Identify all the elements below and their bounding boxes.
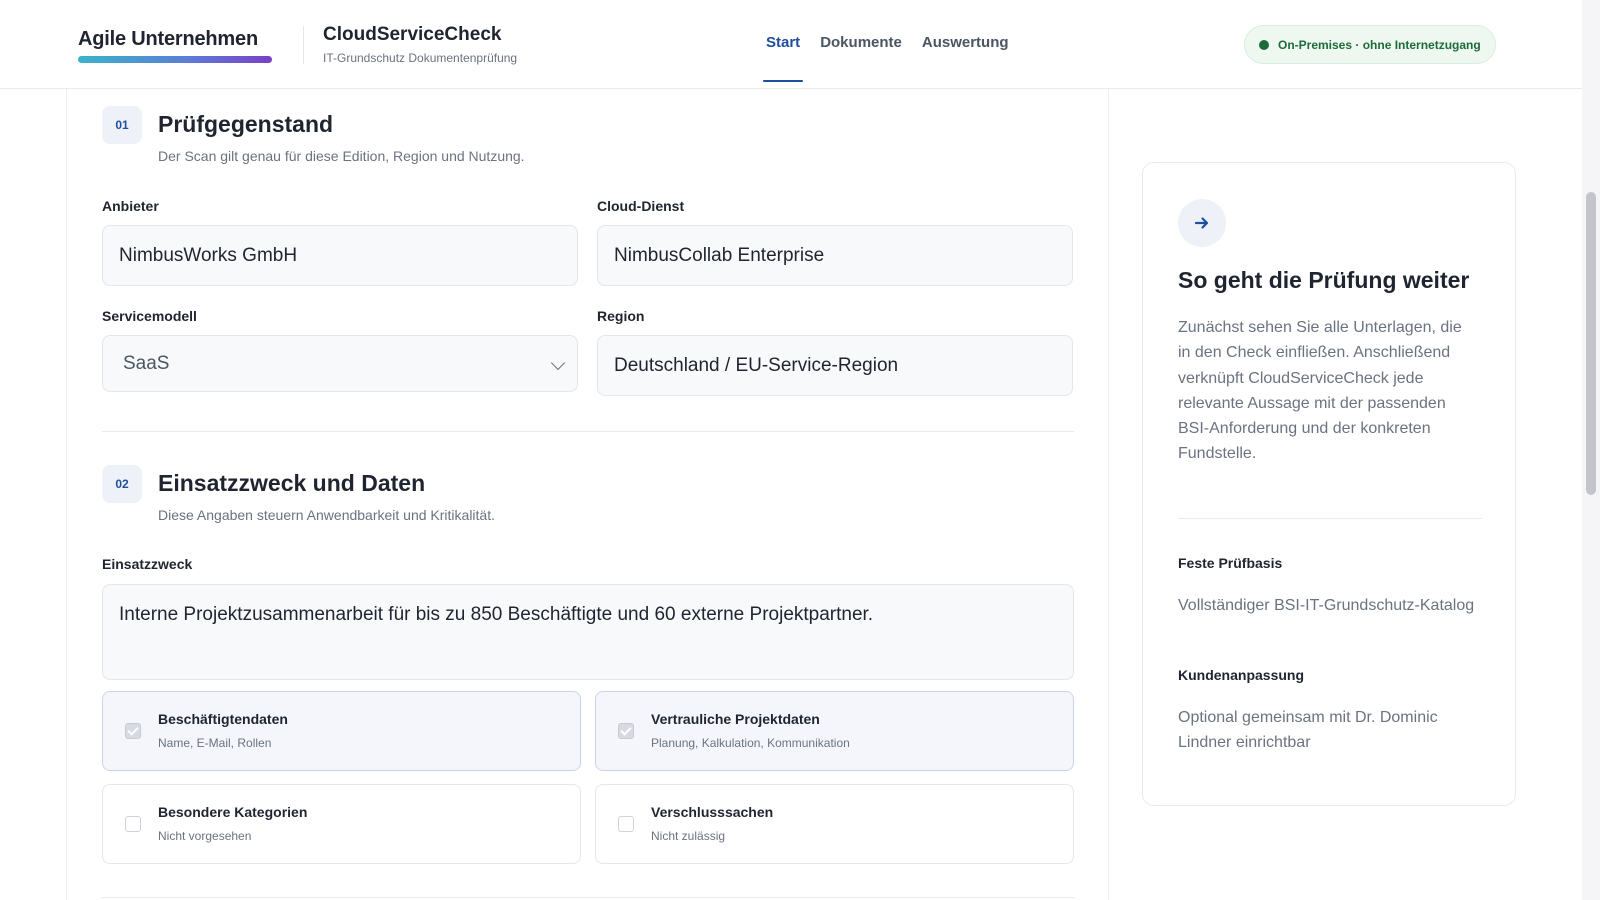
checkbox-subtitle: Name, E-Mail, Rollen (158, 736, 272, 750)
section-divider (102, 897, 1074, 898)
main-nav: Start Dokumente Auswertung (762, 34, 1009, 82)
checkbox[interactable] (618, 723, 634, 739)
logo-text: Agile Unternehmen (78, 28, 258, 50)
anbieter-input[interactable]: NimbusWorks GmbH (102, 225, 578, 286)
checkbox-title: Verschlusssachen (651, 804, 774, 820)
cloud-dienst-label: Cloud-Dienst (597, 198, 685, 214)
chevron-down-icon (550, 355, 566, 371)
servicemodell-label: Servicemodell (102, 308, 197, 324)
checkbox-title: Vertrauliche Projektdaten (651, 711, 820, 727)
content-left-border (66, 89, 67, 900)
servicemodell-value: SaaS (123, 352, 170, 374)
status-dot-icon (1259, 39, 1269, 50)
nav-auswertung[interactable]: Auswertung (922, 34, 1009, 51)
section-title: Prüfgegenstand (158, 111, 334, 137)
cloud-dienst-input[interactable]: NimbusCollab Enterprise (597, 225, 1073, 286)
status-text: On-Premises · ohne Internetzugang (1278, 37, 1481, 52)
brand-logo[interactable]: Agile Unternehmen (78, 28, 272, 63)
checkbox[interactable] (618, 816, 634, 832)
region-input[interactable]: Deutschland / EU-Service-Region (597, 335, 1073, 396)
region-label: Region (597, 308, 645, 324)
anbieter-label: Anbieter (102, 198, 159, 214)
section-divider (102, 431, 1074, 432)
checkbox-title: Beschäftigtendaten (158, 711, 288, 727)
einsatzzweck-label: Einsatzzweck (102, 556, 193, 572)
checkbox-title: Besondere Kategorien (158, 804, 308, 820)
kundenanpassung-label: Kundenanpassung (1178, 667, 1305, 683)
panel-divider (1178, 518, 1482, 519)
app-header: Agile Unternehmen CloudServiceCheck IT-G… (0, 0, 1582, 89)
next-steps-panel: So geht die Prüfung weiter Zunächst sehe… (1142, 162, 1516, 806)
kundenanpassung-value: Optional gemeinsam mit Dr. Dominic Lindn… (1178, 709, 1438, 752)
servicemodell-select[interactable]: SaaS (102, 335, 578, 392)
section-number-badge: 01 (102, 106, 142, 144)
product-subtitle: IT-Grundschutz Dokumentenprüfung (323, 51, 518, 65)
section-subtitle: Diese Angaben steuern Anwendbarkeit und … (158, 507, 495, 523)
product-block: CloudServiceCheck IT-Grundschutz Dokumen… (323, 24, 517, 65)
section-title: Einsatzzweck und Daten (158, 470, 426, 496)
checkbox[interactable] (125, 816, 141, 832)
scrollbar-thumb[interactable] (1586, 192, 1596, 495)
page-scrollbar[interactable] (1582, 0, 1600, 900)
logo-tagline-bar (78, 56, 272, 63)
checkbox-card-verschlusssachen[interactable]: Verschlusssachen Nicht zulässig (595, 784, 1074, 864)
checkbox-card-beschaeftigtendaten[interactable]: Beschäftigtendaten Name, E-Mail, Rollen (102, 691, 581, 771)
section-einsatzzweck-header: 02 Einsatzzweck und Daten Diese Angaben … (102, 465, 495, 523)
panel-description: Zunächst sehen Sie alle Unterlagen, die … (1178, 319, 1462, 463)
arrow-right-icon (1178, 199, 1226, 247)
checkbox-subtitle: Nicht vorgesehen (158, 829, 252, 843)
checkbox-subtitle: Planung, Kalkulation, Kommunikation (651, 736, 850, 750)
section-pruefgegenstand-header: 01 Prüfgegenstand Der Scan gilt genau fü… (102, 106, 525, 164)
pruefbasis-label: Feste Prüfbasis (1178, 555, 1283, 571)
checkbox-card-vertrauliche-projektdaten[interactable]: Vertrauliche Projektdaten Planung, Kalku… (595, 691, 1074, 771)
product-name: CloudServiceCheck (323, 24, 502, 45)
checkbox-subtitle: Nicht zulässig (651, 829, 726, 843)
content-right-border (1108, 89, 1109, 900)
einsatzzweck-textarea[interactable]: Interne Projektzusammenarbeit für bis zu… (102, 584, 1074, 680)
status-badge: On-Premises · ohne Internetzugang (1244, 25, 1496, 64)
pruefbasis-value: Vollständiger BSI-IT-Grundschutz-Katalog (1178, 597, 1475, 614)
panel-title: So geht die Prüfung weiter (1178, 267, 1470, 293)
checkbox-card-besondere-kategorien[interactable]: Besondere Kategorien Nicht vorgesehen (102, 784, 581, 864)
nav-dokumente[interactable]: Dokumente (820, 34, 902, 51)
section-subtitle: Der Scan gilt genau für diese Edition, R… (158, 148, 525, 164)
section-number-badge: 02 (102, 465, 142, 503)
nav-start[interactable]: Start (762, 34, 804, 82)
header-divider (303, 26, 304, 64)
checkbox[interactable] (125, 723, 141, 739)
